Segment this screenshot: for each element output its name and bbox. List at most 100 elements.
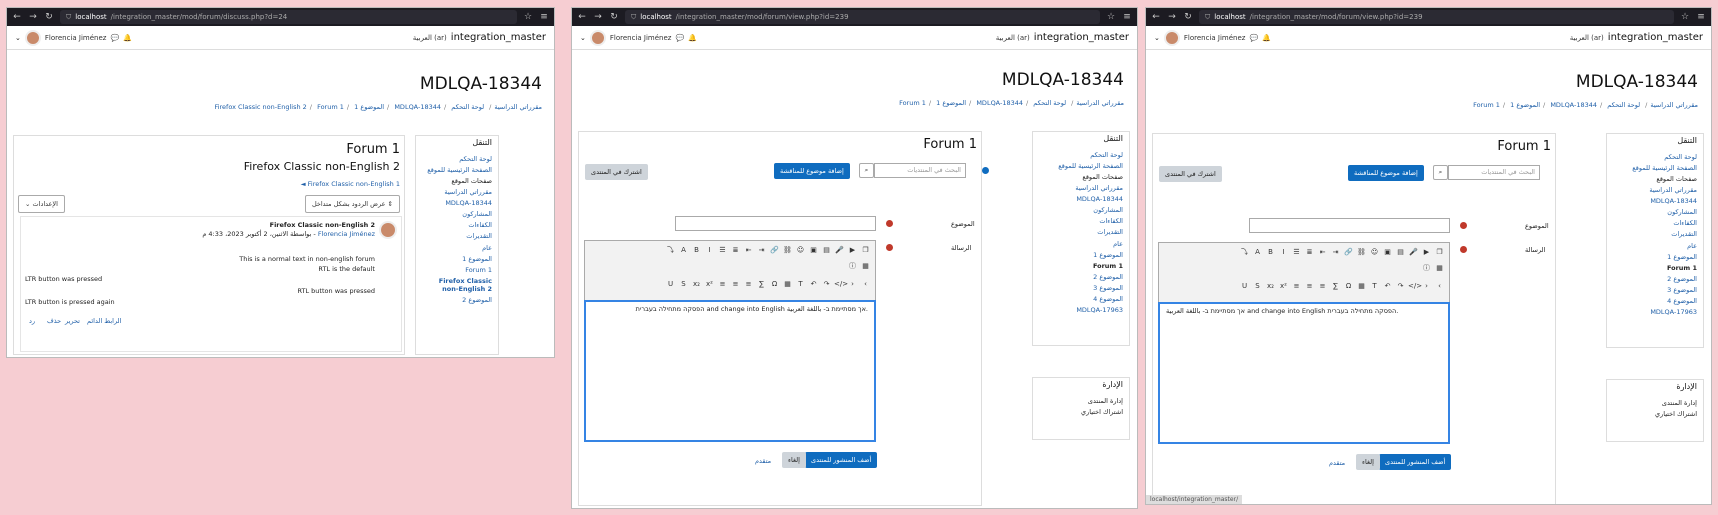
equation-icon[interactable]: ∑ — [1330, 281, 1341, 292]
nav-topic-2[interactable]: الموضوع 2 — [1607, 273, 1703, 284]
ltr-icon[interactable]: › — [1421, 281, 1432, 292]
microphone-icon[interactable]: 🎤 — [1408, 247, 1419, 258]
crumb-forum[interactable]: Forum 1 — [899, 99, 926, 107]
nav-topic-3[interactable]: الموضوع 3 — [1607, 285, 1703, 296]
nav-site-home[interactable]: الصفحة الرئيسية للموقع — [1033, 160, 1129, 171]
chevron-down-icon[interactable]: ⌄ — [1154, 34, 1160, 42]
table-icon[interactable]: ▦ — [1356, 281, 1367, 292]
nav-general[interactable]: عام — [416, 242, 498, 253]
underline-icon[interactable]: U — [1239, 281, 1250, 292]
align-right-icon[interactable]: ≡ — [743, 279, 754, 290]
nav-dashboard[interactable]: لوحة التحكم — [416, 153, 498, 164]
advanced-link[interactable]: متقدم — [755, 457, 771, 465]
rtl-icon[interactable]: ‹ — [1434, 281, 1445, 292]
nav-grades[interactable]: التقديرات — [1607, 229, 1703, 240]
italic-icon[interactable]: I — [1278, 247, 1289, 258]
copy-icon[interactable]: ❐ — [860, 245, 871, 256]
table-icon[interactable]: ▦ — [782, 279, 793, 290]
collapse-icon[interactable]: ⤵ — [1239, 247, 1250, 258]
subject-input[interactable] — [675, 216, 876, 231]
nav-competencies[interactable]: الكفاءات — [416, 220, 498, 231]
strikethrough-icon[interactable]: S — [678, 279, 689, 290]
nav-site-pages[interactable]: صفحات الموقع — [1033, 171, 1129, 182]
crumb-discussion[interactable]: Firefox Classic non-English 2 — [214, 103, 306, 111]
nav-grades[interactable]: التقديرات — [1033, 227, 1129, 238]
chat-icon[interactable]: 💬 — [110, 34, 119, 42]
crumb-topic[interactable]: الموضوع 1 — [1510, 101, 1540, 109]
delete-link[interactable]: حذف — [47, 317, 61, 325]
align-right-icon[interactable]: ≡ — [1317, 281, 1328, 292]
subject-input[interactable] — [1249, 218, 1450, 233]
html-icon[interactable]: </> — [834, 279, 848, 290]
edit-link[interactable]: تحرير — [65, 317, 80, 325]
language-menu[interactable]: العربية (ar) — [996, 34, 1030, 42]
menu-icon[interactable]: ≡ — [1696, 12, 1706, 22]
undo-icon[interactable]: ↶ — [808, 279, 819, 290]
nav-participants[interactable]: المشاركون — [1033, 205, 1129, 216]
emoji-icon[interactable]: ☺ — [795, 245, 806, 256]
forward-icon[interactable]: → — [1167, 12, 1177, 22]
nav-other-course[interactable]: MDLQA-17963 — [1033, 305, 1129, 316]
nav-topic-4[interactable]: الموضوع 4 — [1033, 294, 1129, 305]
display-mode-select[interactable]: عرض الردود بشكل متداخل ⇕ — [304, 195, 400, 213]
help-icon[interactable] — [982, 167, 989, 174]
cancel-button[interactable]: إلغاء — [1356, 454, 1380, 470]
avatar[interactable] — [589, 29, 606, 46]
align-center-icon[interactable]: ≡ — [730, 279, 741, 290]
align-left-icon[interactable]: ≡ — [717, 279, 728, 290]
admin-forum-admin[interactable]: إدارة المنتدى — [1607, 397, 1703, 408]
table-grid-icon[interactable]: ▦ — [1434, 263, 1445, 274]
url-bar[interactable]: ⛉ localhost/integration_master/mod/forum/… — [60, 10, 517, 24]
nav-discussion[interactable]: Firefox Classic non-English 2 — [416, 275, 498, 294]
star-icon[interactable]: ☆ — [1680, 12, 1690, 22]
crumb-course[interactable]: MDLQA-18344 — [976, 99, 1023, 107]
crumb-mycourses[interactable]: مقرراتي الدراسية — [1076, 99, 1124, 107]
menu-icon[interactable]: ≡ — [1122, 12, 1132, 22]
post-to-forum-button[interactable]: أضف المنشور للمنتدى — [1379, 454, 1452, 470]
unlink-icon[interactable]: ⛓ — [1356, 247, 1367, 258]
subscribe-button[interactable]: اشترك في المنتدى — [1159, 166, 1222, 182]
media-icon[interactable]: ▤ — [821, 245, 832, 256]
superscript-icon[interactable]: x² — [1278, 281, 1289, 292]
clear-format-icon[interactable]: T — [1369, 281, 1380, 292]
nav-forum-1[interactable]: Forum 1 — [1607, 262, 1703, 273]
clear-format-icon[interactable]: T — [795, 279, 806, 290]
bold-icon[interactable]: B — [691, 245, 702, 256]
post-author-link[interactable]: Florencia Jiménez — [318, 230, 375, 238]
crumb-dashboard[interactable]: لوحة التحكم — [451, 103, 484, 111]
forum-search-input[interactable]: البحث في المنتديات — [1448, 165, 1540, 180]
emoji-icon[interactable]: ☺ — [1369, 247, 1380, 258]
url-bar[interactable]: ⛉ localhost/integration_master/mod/forum/… — [1199, 10, 1674, 24]
crumb-course[interactable]: MDLQA-18344 — [394, 103, 441, 111]
bell-icon[interactable]: 🔔 — [688, 34, 697, 42]
back-icon[interactable]: ← — [1151, 12, 1161, 22]
nav-general[interactable]: عام — [1607, 240, 1703, 251]
accessibility-icon[interactable]: ⓘ — [1421, 263, 1432, 274]
nav-competencies[interactable]: الكفاءات — [1033, 216, 1129, 227]
subscribe-button[interactable]: اشترك في المنتدى — [585, 164, 648, 180]
user-name[interactable]: Florencia Jiménez — [610, 34, 672, 42]
nav-topic-3[interactable]: الموضوع 3 — [1033, 283, 1129, 294]
nav-course[interactable]: MDLQA-18344 — [1033, 194, 1129, 205]
subscript-icon[interactable]: x₂ — [691, 279, 702, 290]
back-icon[interactable]: ← — [12, 12, 22, 22]
indent-icon[interactable]: ⇥ — [756, 245, 767, 256]
chevron-down-icon[interactable]: ⌄ — [580, 34, 586, 42]
nav-topic-1[interactable]: الموضوع 1 — [416, 253, 498, 264]
nav-participants[interactable]: المشاركون — [416, 209, 498, 220]
crumb-forum[interactable]: Forum 1 — [317, 103, 344, 111]
html-icon[interactable]: </> — [1408, 281, 1422, 292]
unlink-icon[interactable]: ⛓ — [782, 245, 793, 256]
nav-site-home[interactable]: الصفحة الرئيسية للموقع — [1607, 162, 1703, 173]
crumb-mycourses[interactable]: مقرراتي الدراسية — [494, 103, 542, 111]
crumb-dashboard[interactable]: لوحة التحكم — [1033, 99, 1066, 107]
unordered-list-icon[interactable]: ☰ — [1291, 247, 1302, 258]
back-icon[interactable]: ← — [577, 12, 587, 22]
nav-topic-2[interactable]: الموضوع 2 — [1033, 271, 1129, 282]
settings-menu[interactable]: ⌄ الإعدادات — [18, 195, 65, 213]
nav-course[interactable]: MDLQA-18344 — [416, 198, 498, 209]
microphone-icon[interactable]: 🎤 — [834, 245, 845, 256]
admin-optional-subscription[interactable]: اشتراك اختياري — [1607, 408, 1703, 419]
copy-icon[interactable]: ❐ — [1434, 247, 1445, 258]
admin-optional-subscription[interactable]: اشتراك اختياري — [1033, 406, 1129, 417]
